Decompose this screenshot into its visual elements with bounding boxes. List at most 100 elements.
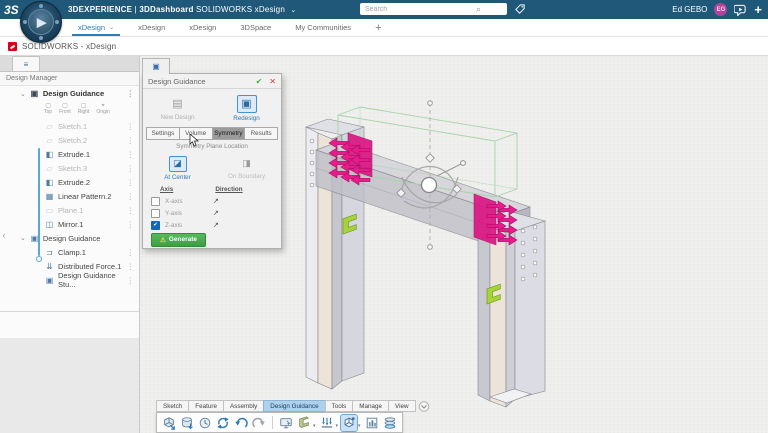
tab-tools[interactable]: Tools: [325, 400, 353, 412]
dassault-3ds-logo[interactable]: 3S: [4, 3, 22, 17]
tab-xdesign-3[interactable]: xDesign: [177, 19, 228, 36]
tab-sketch[interactable]: Sketch: [156, 400, 188, 412]
tree-item-clamp-1[interactable]: ⊐ Clamp.1 ⋮: [0, 245, 139, 259]
at-center-option[interactable]: ◪ At Center: [143, 152, 212, 184]
clamp-icon: ⊐: [44, 248, 55, 257]
3d-compass[interactable]: ▶: [20, 1, 62, 43]
tree-item-extrude-2[interactable]: ◧ Extrude.2 ⋮: [0, 175, 139, 189]
design-guidance-study-icon: ▣: [44, 276, 55, 285]
x-direction-flip-icon[interactable]: ↗: [213, 197, 219, 205]
item-menu-icon[interactable]: ⋮: [127, 206, 135, 215]
search-input[interactable]: [360, 3, 507, 15]
action-bar: Sketch Feature Assembly Design Guidance …: [156, 400, 430, 433]
redo-button[interactable]: [251, 415, 267, 431]
item-menu-icon[interactable]: ⋮: [127, 220, 135, 229]
tab-xdesign-2[interactable]: xDesign: [126, 19, 177, 36]
tree-item-mirror-1[interactable]: ◫ Mirror.1 ⋮: [0, 217, 139, 231]
tab-manage[interactable]: Manage: [352, 400, 388, 412]
simulation-stack-button[interactable]: [382, 415, 398, 431]
close-icon[interactable]: ✕: [269, 77, 276, 86]
item-menu-icon[interactable]: ⋮: [127, 122, 135, 131]
design-guidance-study-button[interactable]: [341, 415, 357, 431]
dropdown-caret-icon[interactable]: ▾: [358, 423, 361, 429]
item-menu-icon[interactable]: ⋮: [127, 150, 135, 159]
y-axis-checkbox[interactable]: [151, 209, 160, 218]
design-manager-tab[interactable]: ≡: [12, 56, 40, 71]
toolbar-collapse-icon[interactable]: [418, 401, 430, 412]
item-menu-icon[interactable]: ⋮: [127, 136, 135, 145]
display-states-button[interactable]: [278, 415, 294, 431]
message-icon[interactable]: [734, 4, 747, 16]
dialog-tab[interactable]: ▣: [142, 58, 170, 74]
on-boundary-option[interactable]: ◨ On Boundary: [212, 152, 281, 184]
tag-icon[interactable]: [515, 4, 525, 14]
new-design-icon: ▤: [169, 96, 187, 112]
view-origin-button[interactable]: ⌖ Origin: [96, 104, 109, 115]
item-menu-icon[interactable]: ⋮: [127, 248, 135, 257]
tab-settings[interactable]: Settings: [146, 127, 180, 140]
dropdown-caret-icon[interactable]: ▾: [336, 423, 339, 429]
tree-item-sketch-1[interactable]: ▱ Sketch.1 ⋮: [0, 119, 139, 133]
update-sync-button[interactable]: [215, 415, 231, 431]
item-menu-icon[interactable]: ⋮: [127, 164, 135, 173]
generate-button[interactable]: ⚠ Generate: [151, 233, 206, 247]
tree-item-sketch-2[interactable]: ▱ Sketch.2 ⋮: [0, 133, 139, 147]
tree-root-design-guidance[interactable]: ⌄ ▣ Design Guidance ⋮: [0, 87, 139, 100]
redesign-option[interactable]: ▣ Redesign: [212, 89, 281, 127]
item-menu-icon[interactable]: ⋮: [127, 89, 135, 98]
tree-node-design-guidance[interactable]: ⌄ ▣ Design Guidance: [0, 231, 139, 245]
results-chart-button[interactable]: [364, 415, 380, 431]
clamp-tool-button[interactable]: [296, 415, 312, 431]
item-menu-icon[interactable]: ⋮: [127, 262, 135, 271]
tab-my-communities[interactable]: My Communities: [283, 19, 363, 36]
item-menu-icon[interactable]: ⋮: [127, 192, 135, 201]
tab-3dspace[interactable]: 3DSpace: [228, 19, 283, 36]
tab-assembly[interactable]: Assembly: [223, 400, 263, 412]
item-menu-icon[interactable]: ⋮: [127, 178, 135, 187]
panel-collapse-button[interactable]: ‹: [0, 227, 8, 243]
new-design-option[interactable]: ▤ New Design: [143, 89, 212, 127]
warning-icon: ⚠: [160, 236, 166, 244]
tree-item-plane-1[interactable]: ▭ Plane.1 ⋮: [0, 203, 139, 217]
tab-results[interactable]: Results: [245, 127, 278, 140]
y-direction-flip-icon[interactable]: ↗: [213, 209, 219, 217]
toolbar-separator: [272, 416, 273, 429]
confirm-icon[interactable]: ✔: [256, 77, 263, 86]
z-direction-flip-icon[interactable]: ↗: [213, 221, 219, 229]
view-top-button[interactable]: ▢ Top: [44, 104, 52, 115]
add-icon[interactable]: +: [754, 3, 762, 16]
item-menu-icon[interactable]: ⋮: [127, 276, 135, 285]
tree-item-sketch-3[interactable]: ▱ Sketch.3 ⋮: [0, 161, 139, 175]
tab-xdesign-1[interactable]: xDesign ⌄: [66, 19, 126, 36]
x-axis-checkbox[interactable]: [151, 197, 160, 206]
sketch-icon: ▱: [44, 136, 55, 145]
insert-model-button[interactable]: [161, 415, 177, 431]
tab-design-guidance[interactable]: Design Guidance: [263, 400, 324, 412]
tree-icon: ≡: [24, 60, 29, 69]
tree-item-linear-pattern-2[interactable]: ▦ Linear Pattern.2 ⋮: [0, 189, 139, 203]
save-model-button[interactable]: [179, 415, 195, 431]
chevron-down-icon[interactable]: ⌄: [20, 90, 26, 98]
user-name[interactable]: Ed GEBO: [672, 5, 707, 14]
history-button[interactable]: [197, 415, 213, 431]
chevron-down-icon[interactable]: ⌄: [290, 7, 296, 14]
dialog-title-bar[interactable]: Design Guidance ✔ ✕: [143, 74, 281, 89]
tree-item-design-guidance-study[interactable]: ▣ Design Guidance Stu... ⋮: [0, 273, 139, 287]
z-axis-checkbox[interactable]: ✔: [151, 221, 160, 230]
distributed-force-tool-button[interactable]: [319, 415, 335, 431]
dropdown-caret-icon[interactable]: ▾: [313, 423, 316, 429]
undo-button[interactable]: [233, 415, 249, 431]
z-axis-row: ✔ Z-axis ↗: [143, 219, 281, 231]
tree-item-extrude-1[interactable]: ◧ Extrude.1 ⋮: [0, 147, 139, 161]
tab-view[interactable]: View: [388, 400, 416, 412]
tab-symmetry[interactable]: Symmetry: [213, 127, 246, 140]
avatar[interactable]: EG: [714, 3, 727, 16]
platform-title[interactable]: 3DEXPERIENCE | 3DDashboard SOLIDWORKS xD…: [68, 5, 297, 14]
chevron-down-icon[interactable]: ⌄: [20, 234, 26, 242]
view-front-button[interactable]: ▢ Front: [59, 104, 71, 115]
tab-feature[interactable]: Feature: [188, 400, 223, 412]
add-tab-button[interactable]: +: [363, 19, 393, 36]
view-right-button[interactable]: ▢ Right: [78, 104, 90, 115]
search-icon[interactable]: ⌕: [476, 4, 481, 15]
redo-icon: [252, 416, 266, 430]
